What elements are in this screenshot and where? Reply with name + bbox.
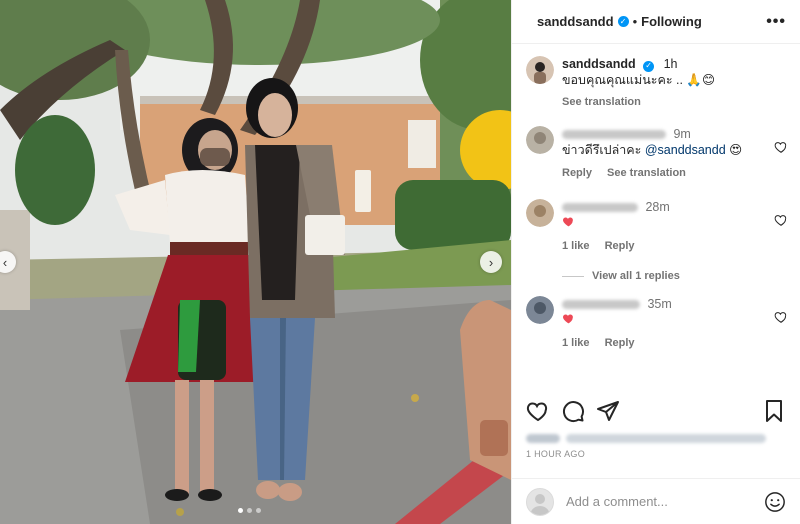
comments-list: sanddsandd ✓ 1h ขอบคุณคุณแม่นะคะ .. 🙏😊 S… bbox=[512, 44, 800, 389]
see-translation-link[interactable]: See translation bbox=[562, 96, 641, 108]
commenter-name-blurred[interactable] bbox=[562, 203, 638, 213]
reply-button[interactable]: Reply bbox=[605, 240, 635, 252]
add-comment-bar: Add a comment... bbox=[512, 478, 800, 524]
current-user-avatar bbox=[526, 487, 554, 516]
comment-time[interactable]: 35m bbox=[647, 297, 671, 311]
next-photo-button[interactable]: › bbox=[480, 251, 502, 273]
like-heart-icon[interactable] bbox=[526, 399, 550, 423]
reply-button[interactable]: Reply bbox=[562, 167, 592, 179]
header-username[interactable]: sanddsandd bbox=[537, 14, 614, 29]
share-send-icon[interactable] bbox=[596, 399, 620, 423]
commenter-avatar[interactable] bbox=[526, 296, 554, 324]
post-photo: ‹ › bbox=[0, 0, 511, 524]
red-heart-icon bbox=[563, 314, 573, 324]
like-comment-heart-icon[interactable] bbox=[774, 140, 788, 154]
add-comment-input[interactable]: Add a comment... bbox=[566, 494, 764, 509]
save-bookmark-icon[interactable] bbox=[762, 399, 786, 423]
chevron-left-icon: ‹ bbox=[2, 254, 8, 270]
comment-mention[interactable]: @sanddsandd bbox=[645, 143, 726, 157]
author-avatar[interactable] bbox=[526, 56, 554, 84]
carousel-dots bbox=[238, 508, 261, 513]
carousel-dot bbox=[256, 508, 261, 513]
comment-text: ข่าวดีรึเปล่าคะ bbox=[562, 143, 645, 157]
liked-by-row[interactable] bbox=[526, 431, 786, 445]
caption-username[interactable]: sanddsandd bbox=[562, 57, 636, 71]
comment-item: 28m 1 like Reply bbox=[526, 199, 788, 254]
commenter-name-blurred[interactable] bbox=[562, 300, 640, 310]
like-comment-heart-icon[interactable] bbox=[774, 213, 788, 227]
replies-divider bbox=[562, 275, 584, 277]
carousel-dot bbox=[238, 508, 243, 513]
caption: sanddsandd ✓ 1h ขอบคุณคุณแม่นะคะ .. 🙏😊 S… bbox=[526, 56, 788, 110]
red-heart-icon bbox=[563, 217, 573, 227]
carousel-dot bbox=[247, 508, 252, 513]
verified-badge-icon: ✓ bbox=[643, 60, 655, 72]
following-button[interactable]: Following bbox=[641, 14, 702, 29]
comment-likes[interactable]: 1 like bbox=[562, 240, 590, 252]
view-replies-label: View all 1 replies bbox=[592, 270, 680, 282]
liked-by-avatars-blurred bbox=[526, 433, 560, 443]
post-side-panel: sanddsandd ✓ • Following ••• sanddsandd … bbox=[511, 0, 800, 524]
comment-time[interactable]: 9m bbox=[673, 127, 690, 141]
commenter-avatar[interactable] bbox=[526, 199, 554, 227]
comment-item: 9m ข่าวดีรึเปล่าคะ @sanddsandd 😍 Reply S… bbox=[526, 126, 788, 181]
reply-button[interactable]: Reply bbox=[605, 337, 635, 349]
comment-bubble-icon[interactable] bbox=[561, 399, 585, 423]
comment-item: 35m 1 like Reply bbox=[526, 296, 788, 351]
post-actions bbox=[526, 399, 786, 425]
post-header: sanddsandd ✓ • Following ••• bbox=[512, 0, 800, 44]
chevron-right-icon: › bbox=[488, 254, 494, 270]
commenter-name-blurred[interactable] bbox=[562, 130, 666, 140]
comment-time[interactable]: 28m bbox=[645, 200, 669, 214]
photo-scene bbox=[0, 0, 511, 524]
liked-by-text-blurred bbox=[566, 433, 766, 443]
like-comment-heart-icon[interactable] bbox=[774, 310, 788, 324]
verified-badge-icon: ✓ bbox=[617, 16, 629, 27]
header-separator: • bbox=[632, 14, 638, 29]
see-translation-link[interactable]: See translation bbox=[607, 167, 686, 179]
commenter-avatar[interactable] bbox=[526, 126, 554, 154]
more-options-icon[interactable]: ••• bbox=[766, 13, 786, 31]
caption-time[interactable]: 1h bbox=[664, 57, 678, 71]
view-replies-link[interactable]: View all 1 replies bbox=[562, 270, 680, 282]
comment-likes[interactable]: 1 like bbox=[562, 337, 590, 349]
heart-eyes-emoji: 😍 bbox=[729, 143, 743, 157]
emoji-picker-icon[interactable] bbox=[764, 491, 786, 513]
caption-text: ขอบคุณคุณแม่นะคะ .. 🙏😊 bbox=[562, 73, 716, 87]
post-time-ago[interactable]: 1 HOUR AGO bbox=[526, 449, 585, 459]
